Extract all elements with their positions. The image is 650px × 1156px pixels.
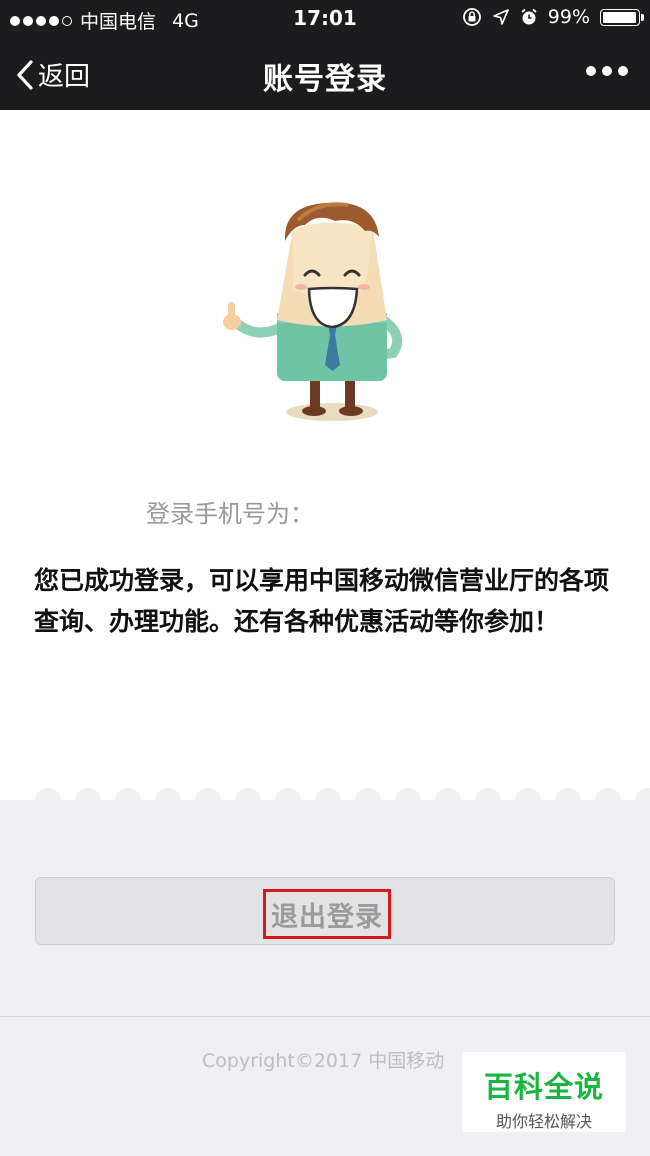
more-dot-icon: [602, 66, 612, 76]
footer-divider: [0, 1016, 650, 1017]
login-success-message: 您已成功登录，可以享用中国移动微信营业厅的各项查询、办理功能。还有各种优惠活动等…: [34, 566, 610, 636]
login-phone-label: 登录手机号为：: [146, 500, 314, 528]
highlight-box: 退出登录: [263, 889, 391, 939]
watermark-title: 百科全说: [483, 1070, 604, 1104]
logout-button[interactable]: 退出登录: [35, 877, 615, 945]
logout-label: 退出登录: [271, 901, 383, 933]
navigation-bar: 返回 账号登录: [0, 36, 650, 110]
more-options-button[interactable]: [586, 66, 628, 76]
status-right: 99%: [462, 6, 644, 28]
alarm-icon: [521, 8, 537, 25]
location-arrow-icon: [492, 9, 509, 25]
watermark-badge: 百科全说 助你轻松解决: [462, 1052, 626, 1132]
page-title: 账号登录: [263, 62, 387, 97]
mascot-thumbs-up-illustration: [223, 202, 403, 421]
more-dot-icon: [586, 66, 596, 76]
rotation-lock-icon: [462, 8, 481, 26]
status-bar: 中国电信 4G 17:01 99%: [0, 0, 650, 36]
copyright-text: Copyright©2017 中国移动: [202, 1050, 445, 1072]
watermark-subtitle: 助你轻松解决: [495, 1112, 592, 1131]
more-dot-icon: [618, 66, 628, 76]
battery-icon: [600, 8, 644, 26]
battery-percent: 99%: [547, 6, 590, 28]
